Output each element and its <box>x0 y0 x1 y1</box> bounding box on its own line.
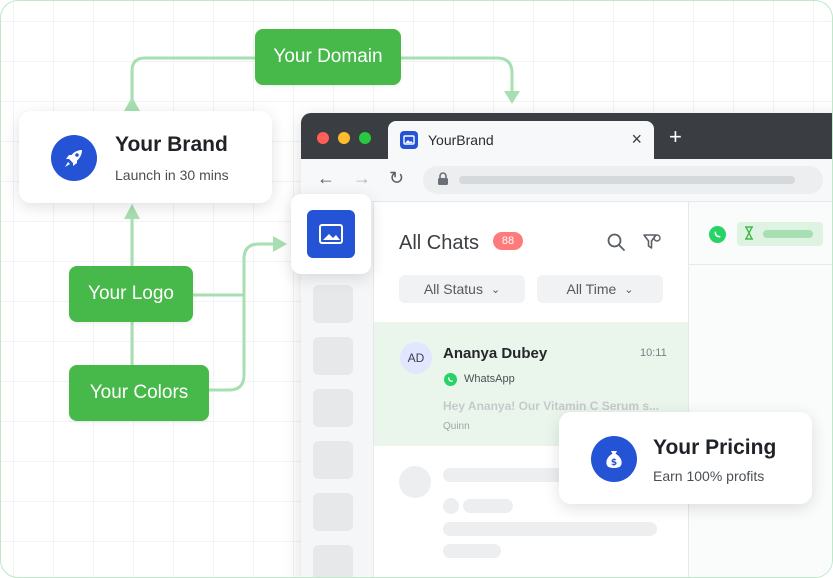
time-filter-dropdown[interactable]: All Time ⌄ <box>537 275 663 303</box>
your-colors-label: Your Colors <box>89 382 189 403</box>
chat-list-panel: All Chats 88 All Status ⌄ All Time ⌄ AD … <box>374 202 689 577</box>
your-colors-node[interactable]: Your Colors <box>69 365 209 421</box>
new-tab-icon[interactable]: + <box>669 124 682 150</box>
skeleton-line <box>463 499 513 513</box>
brand-subtitle: Launch in 30 mins <box>115 167 229 183</box>
forward-icon[interactable]: → <box>353 168 371 189</box>
arrow-up-logo <box>124 204 140 219</box>
sidebar-item[interactable] <box>313 285 353 323</box>
pricing-card: $ Your Pricing Earn 100% profits <box>559 412 812 504</box>
skeleton-avatar <box>399 466 431 498</box>
status-filter-label: All Status <box>423 281 483 297</box>
reload-icon[interactable]: ↻ <box>389 168 404 189</box>
sidebar-item[interactable] <box>313 337 353 375</box>
arrow-up-brand <box>124 97 140 111</box>
pricing-title: Your Pricing <box>653 436 777 459</box>
skeleton-line <box>443 544 501 558</box>
sidebar-item[interactable] <box>313 441 353 479</box>
lock-icon <box>437 172 449 191</box>
your-domain-label: Your Domain <box>273 46 383 67</box>
window-minimize-dot[interactable] <box>338 132 350 144</box>
logo-placeholder-card <box>291 194 371 274</box>
address-bar[interactable] <box>423 166 823 194</box>
sidebar-item[interactable] <box>313 545 353 577</box>
pane-divider <box>689 264 832 265</box>
chat-time: 10:11 <box>640 347 667 359</box>
chat-count-badge: 88 <box>493 232 523 250</box>
chevron-down-icon: ⌄ <box>490 283 501 296</box>
message-preview: Hey Ananya! Our Vitamin C Serum s... <box>443 399 660 413</box>
image-icon <box>307 210 355 258</box>
pricing-subtitle: Earn 100% profits <box>653 468 765 484</box>
your-domain-node[interactable]: Your Domain <box>255 29 401 85</box>
connector-colors-frame <box>207 242 275 392</box>
connector-domain-brand <box>130 56 257 109</box>
pending-status-chip <box>737 222 823 246</box>
skeleton-line <box>443 522 657 536</box>
rocket-icon <box>51 135 97 181</box>
filter-icon[interactable] <box>642 232 662 257</box>
arrow-down-browser <box>504 91 520 104</box>
channel-label: WhatsApp <box>464 373 515 385</box>
url-placeholder <box>459 176 795 184</box>
conversation-pane <box>689 202 832 577</box>
sidebar-item[interactable] <box>313 493 353 531</box>
skeleton-dot <box>443 498 459 514</box>
browser-tab-bar: YourBrand × + <box>301 113 832 159</box>
status-placeholder <box>763 230 813 238</box>
arrow-right-frame <box>273 236 287 252</box>
whatsapp-icon <box>709 226 726 243</box>
brand-title: Your Brand <box>115 133 228 156</box>
contact-name: Ananya Dubey <box>443 345 548 362</box>
chats-title: All Chats <box>399 232 480 254</box>
svg-text:$: $ <box>611 458 617 468</box>
agent-name: Quinn <box>443 421 470 432</box>
window-maximize-dot[interactable] <box>359 132 371 144</box>
chevron-down-icon: ⌄ <box>624 283 634 296</box>
brand-card: Your Brand Launch in 30 mins <box>19 111 272 203</box>
search-icon[interactable] <box>606 232 626 257</box>
image-icon <box>400 131 418 149</box>
close-icon[interactable]: × <box>631 129 642 150</box>
whatsapp-icon <box>444 373 457 386</box>
window-close-dot[interactable] <box>317 132 329 144</box>
time-filter-label: All Time <box>566 281 617 297</box>
money-bag-icon: $ <box>591 436 637 482</box>
status-filter-dropdown[interactable]: All Status ⌄ <box>399 275 525 303</box>
browser-toolbar: ← → ↻ <box>301 159 832 202</box>
canvas: Your Domain Your Brand Launch in 30 mins… <box>0 0 833 578</box>
browser-window: YourBrand × + ← → ↻ All Chats 88 All Sta… <box>301 113 832 577</box>
connector-domain-browser <box>399 56 514 95</box>
your-logo-label: Your Logo <box>88 283 174 304</box>
avatar: AD <box>400 342 432 374</box>
hourglass-icon <box>744 226 754 245</box>
sidebar-item[interactable] <box>313 389 353 427</box>
tab-title: YourBrand <box>428 132 494 148</box>
back-icon[interactable]: ← <box>317 168 335 189</box>
browser-tab[interactable]: YourBrand × <box>388 121 654 159</box>
your-logo-node[interactable]: Your Logo <box>69 266 193 322</box>
